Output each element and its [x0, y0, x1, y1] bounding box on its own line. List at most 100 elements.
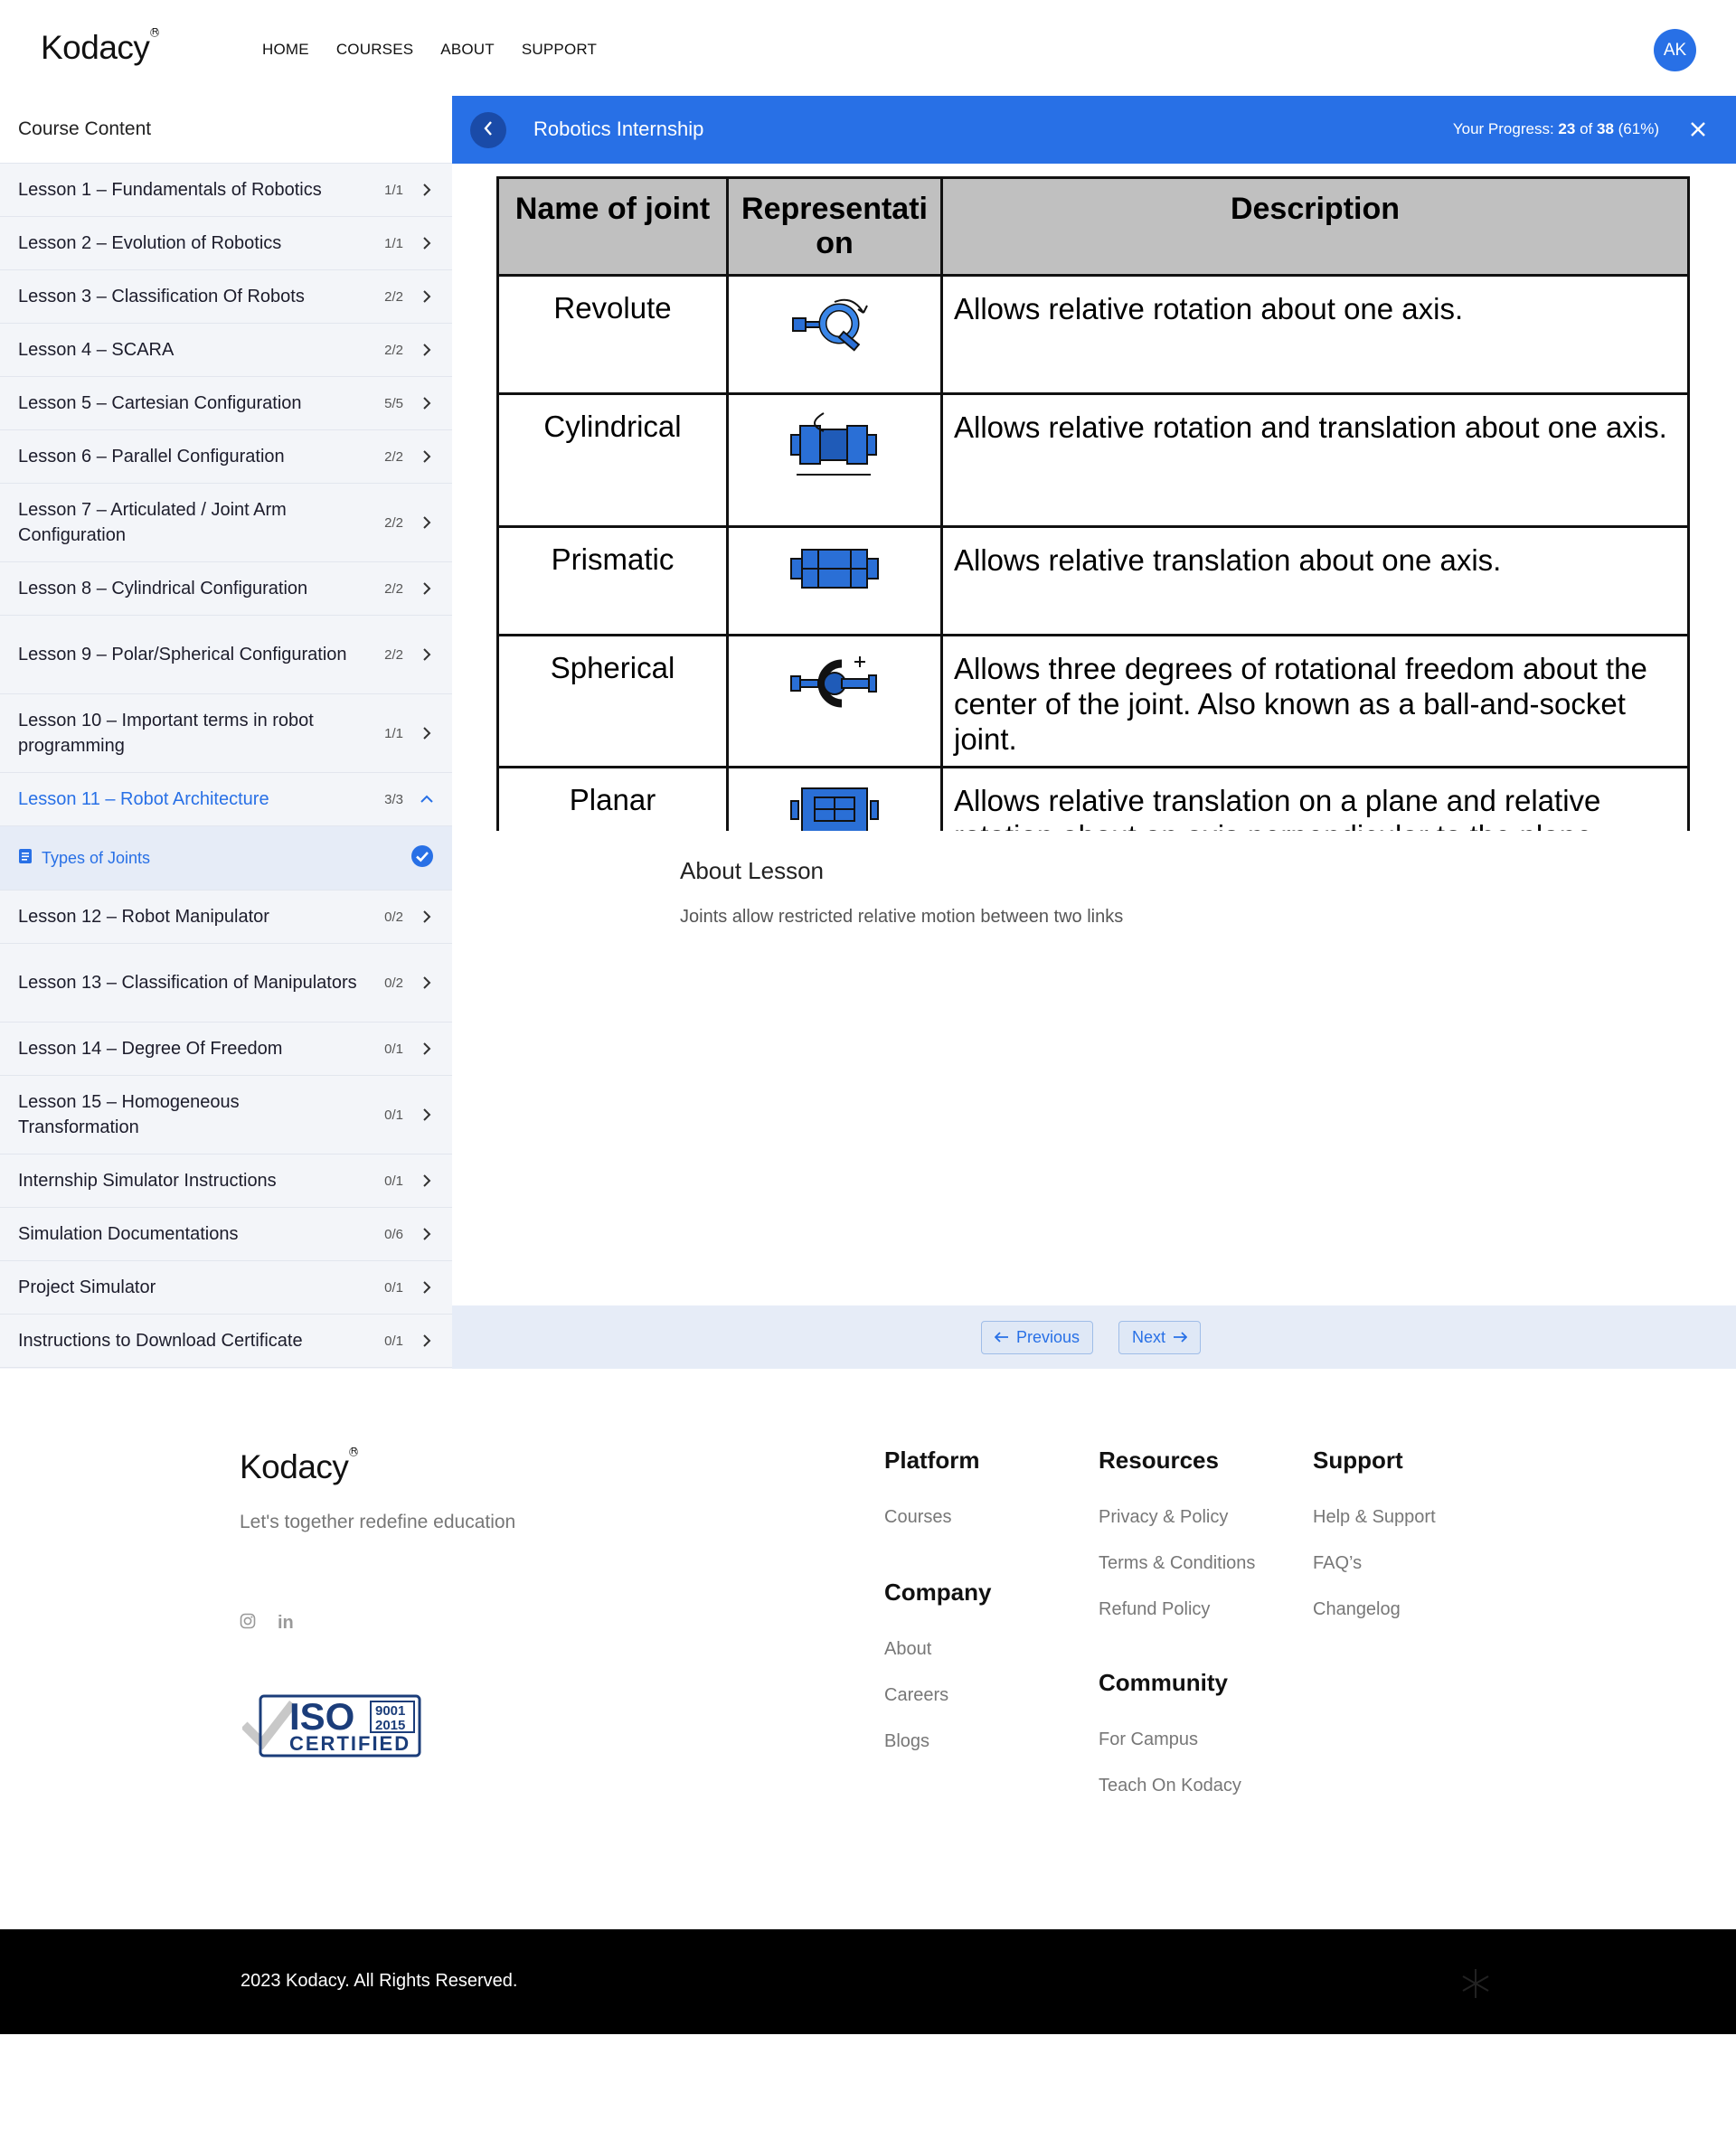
sidebar-item-lesson-11[interactable]: Lesson 11 – Robot Architecture 3/3 [0, 773, 452, 826]
lesson-title: Lesson 2 – Evolution of Robotics [18, 233, 282, 253]
chevron-right-icon [420, 515, 434, 530]
chevron-right-icon [420, 581, 434, 596]
footer-link-careers[interactable]: Careers [884, 1685, 991, 1706]
lesson-count: 0/2 [384, 975, 403, 991]
footer-heading: Support [1313, 1447, 1403, 1474]
footer-link-faqs[interactable]: FAQ’s [1313, 1553, 1436, 1574]
nav-about[interactable]: ABOUT [440, 41, 495, 59]
sidebar-item-lesson-3[interactable]: Lesson 3 – Classification Of Robots 2/2 [0, 270, 452, 324]
sidebar-item-lesson-1[interactable]: Lesson 1 – Fundamentals of Robotics 1/1 [0, 164, 452, 217]
chevron-right-icon [420, 1227, 434, 1241]
chevron-right-icon [420, 1334, 434, 1348]
close-icon[interactable] [1687, 118, 1709, 140]
lesson-title: Lesson 15 – Homogeneous Transformation [18, 1092, 240, 1137]
previous-button[interactable]: Previous [981, 1321, 1094, 1354]
about-lesson-text: Joints allow restricted relative motion … [680, 907, 1124, 927]
course-content-sidebar: Course Content Lesson 1 – Fundamentals o… [0, 96, 452, 1369]
footer-link-courses[interactable]: Courses [884, 1507, 979, 1528]
sidebar-item-lesson-4[interactable]: Lesson 4 – SCARA 2/2 [0, 324, 452, 377]
footer-brand-logo[interactable]: Kodacy R [240, 1447, 359, 1486]
lesson-count: 5/5 [384, 395, 403, 411]
lesson-count: 1/1 [384, 182, 403, 198]
sidebar-item-lesson-9[interactable]: Lesson 9 – Polar/Spherical Configuration… [0, 616, 452, 694]
instagram-icon[interactable] [240, 1613, 256, 1634]
lesson-count: 0/1 [384, 1173, 403, 1189]
chevron-right-icon [420, 647, 434, 662]
lesson-count: 1/1 [384, 725, 403, 741]
header-name-of-joint: Name of joint [496, 176, 729, 277]
footer-link-terms[interactable]: Terms & Conditions [1099, 1553, 1255, 1574]
header-representation: Representati on [726, 176, 943, 277]
lesson-title: Lesson 12 – Robot Manipulator [18, 907, 269, 927]
joint-description: Allows relative rotation and translation… [940, 392, 1690, 528]
header-description: Description [940, 176, 1690, 277]
joint-description: Allows relative rotation about one axis. [940, 274, 1690, 395]
sidebar-item-lesson-2[interactable]: Lesson 2 – Evolution of Robotics 1/1 [0, 217, 452, 270]
lesson-count: 0/1 [384, 1107, 403, 1123]
lesson-title: Lesson 5 – Cartesian Configuration [18, 393, 302, 413]
joint-name: Revolute [496, 274, 729, 395]
lesson-count: 0/2 [384, 909, 403, 925]
iso-bottom-text: CERTIFIED [289, 1732, 410, 1755]
lesson-title: Lesson 9 – Polar/Spherical Configuration [18, 645, 347, 664]
lesson-title: Lesson 8 – Cylindrical Configuration [18, 579, 308, 598]
main-nav: HOME COURSES ABOUT SUPPORT [262, 41, 597, 59]
footer-link-changelog[interactable]: Changelog [1313, 1599, 1436, 1620]
lesson-title: Lesson 7 – Articulated / Joint Arm Confi… [18, 500, 287, 545]
lesson-title: Lesson 11 – Robot Architecture [18, 789, 269, 809]
avatar[interactable]: AK [1654, 29, 1696, 71]
footer-col-support: Support Help & Support FAQ’s Changelog [1313, 1447, 1436, 1645]
sidebar-item-lesson-5[interactable]: Lesson 5 – Cartesian Configuration 5/5 [0, 377, 452, 430]
sidebar-item-lesson-15[interactable]: Lesson 15 – Homogeneous Transformation 0/… [0, 1076, 452, 1155]
joint-description: Allows relative translation on a plane a… [940, 766, 1690, 831]
linkedin-icon[interactable]: in [278, 1613, 294, 1634]
footer-link-teach[interactable]: Teach On Kodacy [1099, 1776, 1241, 1796]
footer-link-for-campus[interactable]: For Campus [1099, 1729, 1241, 1750]
lesson-count: 2/2 [384, 342, 403, 358]
sidebar-title: Course Content [0, 96, 452, 164]
nav-courses[interactable]: COURSES [336, 41, 413, 59]
chevron-right-icon [420, 1041, 434, 1056]
sidebar-item-lesson-7[interactable]: Lesson 7 – Articulated / Joint Arm Confi… [0, 484, 452, 562]
lesson-title: Lesson 4 – SCARA [18, 340, 175, 360]
footer-link-refund[interactable]: Refund Policy [1099, 1599, 1255, 1620]
chevron-right-icon [420, 1107, 434, 1122]
sidebar-item-lesson-8[interactable]: Lesson 8 – Cylindrical Configuration 2/2 [0, 562, 452, 616]
footer-link-privacy[interactable]: Privacy & Policy [1099, 1507, 1255, 1528]
chevron-right-icon [420, 1280, 434, 1295]
footer-col-resources: Resources Privacy & Policy Terms & Condi… [1099, 1447, 1255, 1645]
chevron-right-icon [420, 236, 434, 250]
next-label: Next [1132, 1328, 1166, 1346]
lesson-title: Lesson 1 – Fundamentals of Robotics [18, 180, 322, 200]
nav-home[interactable]: HOME [262, 41, 309, 59]
footer-link-help[interactable]: Help & Support [1313, 1507, 1436, 1528]
sidebar-item-simulator-instructions[interactable]: Internship Simulator Instructions 0/1 [0, 1155, 452, 1208]
iso-certified-badge: ISO 9001 2015 CERTIFIED [241, 1687, 423, 1764]
course-title: Robotics Internship [533, 118, 704, 140]
lesson-title: Lesson 13 – Classification of Manipulato… [18, 973, 357, 993]
lesson-title: Lesson 6 – Parallel Configuration [18, 447, 285, 467]
sidebar-item-lesson-6[interactable]: Lesson 6 – Parallel Configuration 2/2 [0, 430, 452, 484]
sidebar-item-simulation-docs[interactable]: Simulation Documentations 0/6 [0, 1208, 452, 1261]
brand-logo[interactable]: Kodacy R [41, 27, 160, 67]
back-button[interactable] [470, 112, 506, 148]
footer-link-blogs[interactable]: Blogs [884, 1731, 991, 1752]
subitem-title: Types of Joints [42, 848, 151, 867]
sidebar-subitem-types-of-joints[interactable]: Types of Joints [0, 826, 452, 891]
about-lesson-title: About Lesson [680, 857, 825, 884]
sidebar-item-lesson-12[interactable]: Lesson 12 – Robot Manipulator 0/2 [0, 891, 452, 944]
sidebar-item-lesson-10[interactable]: Lesson 10 – Important terms in robot pro… [0, 694, 452, 773]
footer-heading: Community [1099, 1669, 1228, 1696]
sidebar-item-certificate[interactable]: Instructions to Download Certificate 0/1 [0, 1315, 452, 1368]
footer-link-about[interactable]: About [884, 1639, 991, 1660]
sidebar-item-project-simulator[interactable]: Project Simulator 0/1 [0, 1261, 452, 1315]
nav-support[interactable]: SUPPORT [522, 41, 597, 59]
next-button[interactable]: Next [1118, 1321, 1202, 1354]
sidebar-item-lesson-13[interactable]: Lesson 13 – Classification of Manipulato… [0, 944, 452, 1023]
joint-name: Prismatic [496, 525, 729, 636]
sidebar-item-lesson-14[interactable]: Lesson 14 – Degree Of Freedom 0/1 [0, 1023, 452, 1076]
lesson-title: Instructions to Download Certificate [18, 1331, 303, 1351]
lesson-pager: Previous Next [452, 1305, 1736, 1369]
chevron-right-icon [420, 183, 434, 197]
spherical-joint-icon [726, 634, 943, 768]
